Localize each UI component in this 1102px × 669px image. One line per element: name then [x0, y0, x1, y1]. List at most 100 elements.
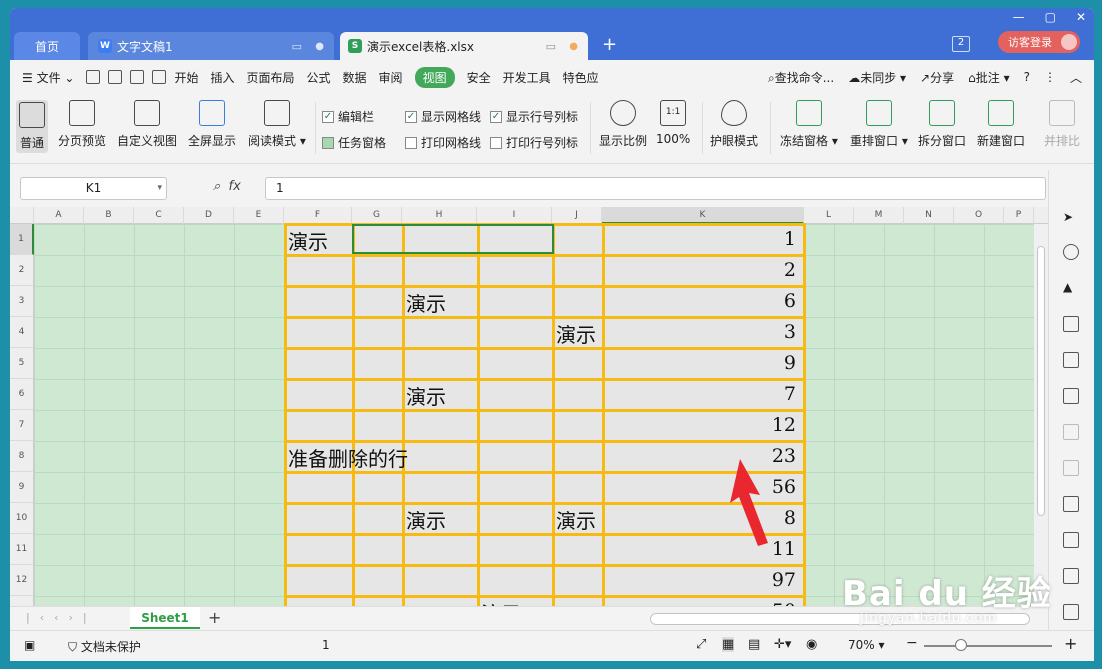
settings-icon[interactable] [1063, 424, 1079, 440]
menu-item-page-layout[interactable]: 页面布局 [247, 69, 295, 86]
fullscreen-button[interactable]: 全屏显示 [188, 100, 236, 149]
cell-k12[interactable]: 97 [602, 569, 796, 591]
column-header-l[interactable]: L [804, 207, 854, 224]
eye-status-icon[interactable]: ◉ [806, 637, 817, 652]
monitor-icon[interactable]: ▭ [292, 40, 302, 53]
cell-j4[interactable]: 演示 [556, 319, 596, 348]
column-header-n[interactable]: N [904, 207, 954, 224]
zoom-slider-thumb[interactable] [955, 639, 967, 651]
cell-k7[interactable]: 12 [602, 414, 796, 436]
column-header-j[interactable]: J [552, 207, 602, 224]
archive-icon[interactable] [1063, 568, 1079, 584]
column-header-b[interactable]: B [84, 207, 134, 224]
sync-button[interactable]: ☁未同步 ▾ [848, 69, 906, 86]
row-header-5[interactable]: 5 [10, 348, 34, 379]
row-header-13[interactable]: 13 [10, 596, 34, 606]
cell-k6[interactable]: 7 [602, 383, 796, 405]
shapes-icon[interactable] [1063, 244, 1079, 260]
checkbox-print-headers[interactable]: 打印行号列标 [490, 134, 578, 151]
macro-icon[interactable]: ▣ [24, 638, 35, 652]
split-window-button[interactable]: 拆分窗口 [918, 100, 966, 149]
column-header-d[interactable]: D [184, 207, 234, 224]
monitor-icon[interactable]: ▭ [546, 40, 556, 53]
menu-item-start[interactable]: 开始 [174, 69, 198, 86]
sync-icon[interactable] [1063, 460, 1079, 476]
menu-item-insert[interactable]: 插入 [210, 69, 234, 86]
row-header-4[interactable]: 4 [10, 317, 34, 348]
cell-k5[interactable]: 9 [602, 352, 796, 374]
gallery-icon[interactable] [1063, 496, 1079, 512]
cell-f8[interactable]: 准备删除的行 [288, 443, 408, 472]
vertical-scrollbar[interactable] [1034, 224, 1048, 606]
grid-apps-icon[interactable] [1063, 352, 1079, 368]
formula-input[interactable]: 1 [265, 177, 1046, 200]
column-header-p[interactable]: P [1004, 207, 1034, 224]
protection-status[interactable]: ⛉ 文档未保护 [68, 638, 141, 655]
vertical-scroll-thumb[interactable] [1037, 246, 1045, 516]
style-icon[interactable]: ▲ [1063, 280, 1079, 296]
select-all-corner[interactable] [10, 207, 34, 224]
name-box[interactable]: K1 ▾ [20, 177, 167, 200]
collapse-icon[interactable]: ︿ [1070, 69, 1082, 86]
column-header-o[interactable]: O [954, 207, 1004, 224]
zoom-button[interactable]: 显示比例 [599, 100, 647, 149]
column-header-a[interactable]: A [34, 207, 84, 224]
menu-item-review[interactable]: 审阅 [379, 69, 403, 86]
selected-cell-k1[interactable] [352, 224, 554, 254]
cell-area[interactable]: 演示演示演示演示准备删除的行演示演示演示1263971223568119750 [34, 223, 1048, 606]
add-sheet-button[interactable]: + [208, 608, 221, 627]
new-window-button[interactable]: 新建窗口 [977, 100, 1025, 149]
minimize-icon[interactable]: — [1013, 10, 1025, 24]
normal-view-status-icon[interactable]: ▦ [722, 637, 735, 652]
zoom-slider[interactable] [924, 645, 1052, 647]
column-header-i[interactable]: I [477, 207, 552, 224]
chart-icon[interactable] [1063, 388, 1079, 404]
column-header-e[interactable]: E [234, 207, 284, 224]
custom-view-button[interactable]: 自定义视图 [117, 100, 177, 149]
menu-item-security[interactable]: 安全 [467, 69, 491, 86]
menu-item-formula[interactable]: 公式 [307, 69, 331, 86]
column-header-h[interactable]: H [402, 207, 477, 224]
page-break-preview-button[interactable]: 分页预览 [58, 100, 106, 149]
reading-status-icon[interactable]: ✛▾ [774, 637, 791, 652]
comment-button[interactable]: ⌂批注 ▾ [968, 69, 1009, 86]
save-icon[interactable] [86, 70, 101, 84]
row-header-12[interactable]: 12 [10, 565, 34, 596]
eye-protection-button[interactable]: 护眼模式 [710, 100, 758, 149]
fullscreen-status-icon[interactable]: ⤢ [696, 637, 706, 652]
maximize-icon[interactable]: ▢ [1045, 10, 1056, 24]
help-icon[interactable]: ? [1024, 70, 1030, 84]
side-by-side-button[interactable]: 并排比 [1044, 100, 1080, 149]
row-header-8[interactable]: 8 [10, 441, 34, 472]
normal-view-button[interactable]: 普通 [16, 100, 48, 153]
reading-mode-button[interactable]: 阅读模式 ▾ [248, 100, 306, 149]
checkbox-show-headers[interactable]: ✓ 显示行号列标 [490, 108, 578, 125]
print-icon[interactable] [130, 70, 145, 84]
tab-home[interactable]: 首页 [14, 32, 80, 60]
row-header-2[interactable]: 2 [10, 255, 34, 286]
preview-icon[interactable] [152, 70, 167, 84]
cell-h10[interactable]: 演示 [406, 505, 446, 534]
row-header-6[interactable]: 6 [10, 379, 34, 410]
image-icon[interactable] [1063, 604, 1079, 620]
column-header-g[interactable]: G [352, 207, 402, 224]
checkbox-formula-bar[interactable]: ✓ 编辑栏 [322, 108, 374, 125]
cell-f1[interactable]: 演示 [288, 226, 328, 255]
table-icon[interactable] [1063, 316, 1079, 332]
row-header-1[interactable]: 1 [10, 224, 34, 255]
cell-i13[interactable]: 演示 [481, 598, 521, 606]
zoom-100-button[interactable]: 1:1 100% [656, 100, 690, 146]
sheet-nav-arrows[interactable]: |‹‹›| [26, 611, 97, 624]
menu-item-data[interactable]: 数据 [343, 69, 367, 86]
window-count-badge[interactable]: 2 [952, 36, 970, 52]
column-header-f[interactable]: F [284, 207, 352, 224]
search-command[interactable]: ⌕查找命令... [768, 69, 834, 86]
unsaved-dot-icon[interactable]: ● [569, 41, 578, 52]
freeze-panes-button[interactable]: 冻结窗格 ▾ [780, 100, 838, 149]
export-icon[interactable] [1063, 532, 1079, 548]
cursor-icon[interactable]: ➤ [1063, 210, 1079, 226]
tab-document[interactable]: W 文字文稿1 ▭ ● [88, 32, 334, 60]
cell-k1[interactable]: 1 [602, 228, 796, 250]
column-header-k[interactable]: K [602, 207, 804, 224]
checkbox-task-pane[interactable]: 任务窗格 [322, 134, 386, 151]
